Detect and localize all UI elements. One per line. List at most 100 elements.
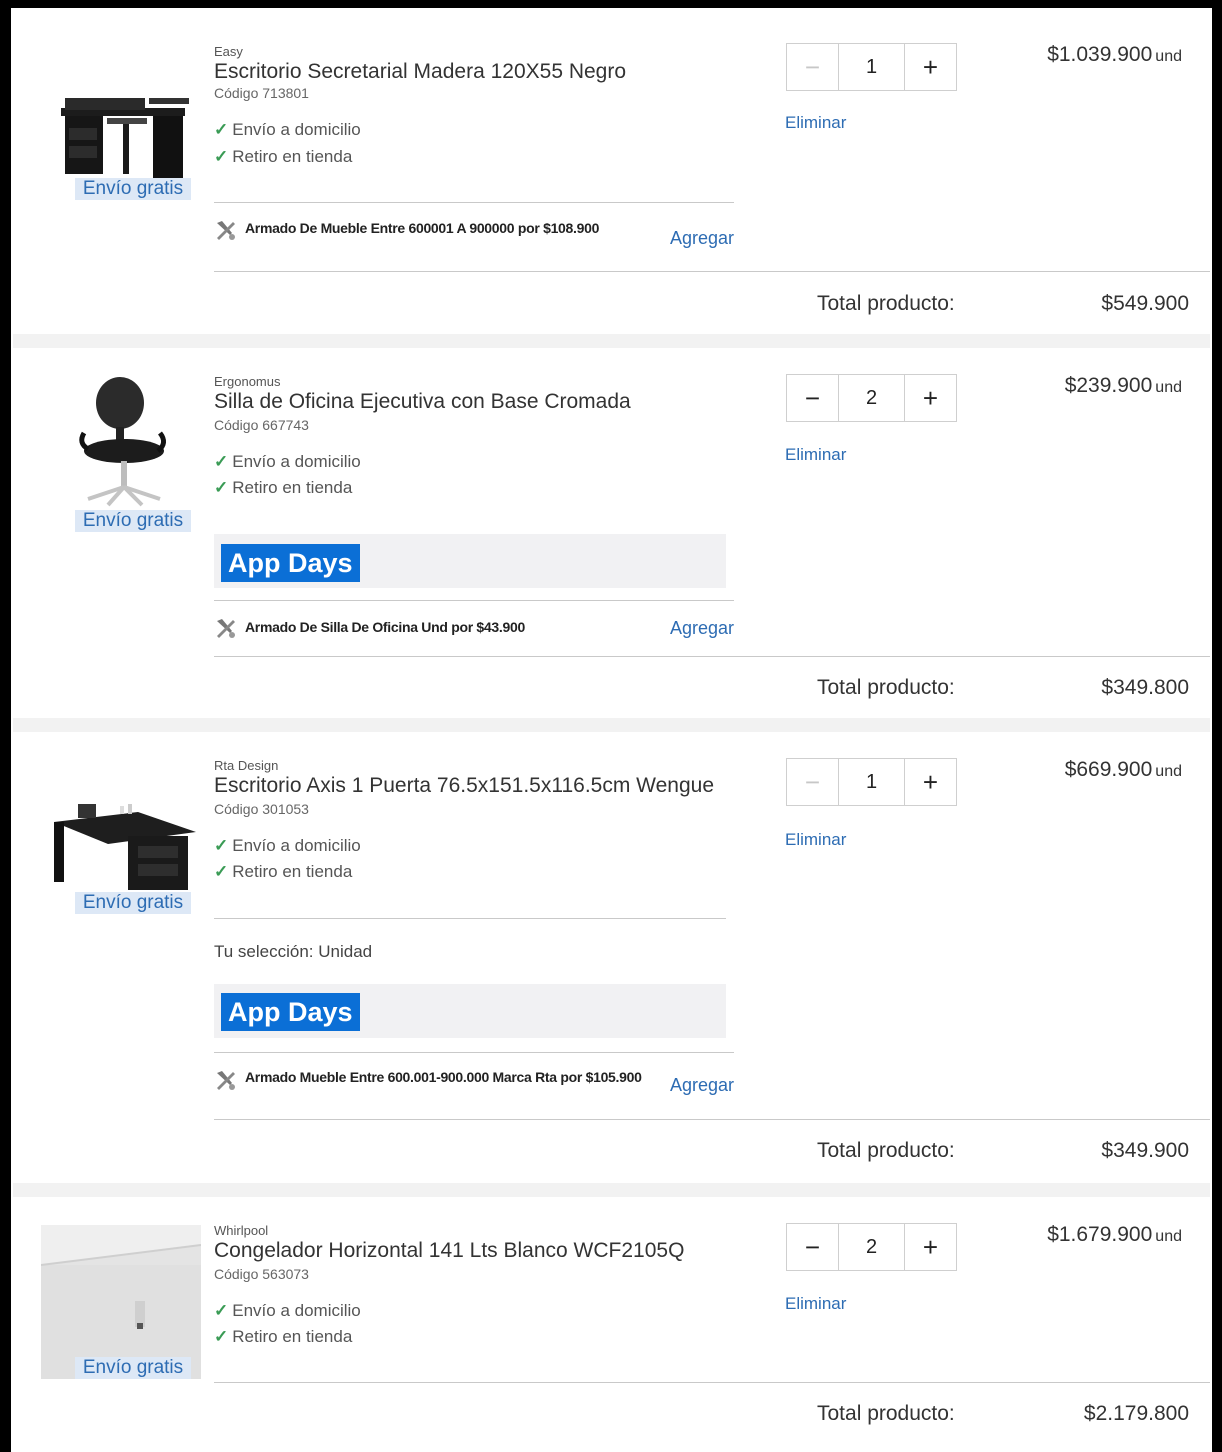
product-code: Código 713801	[214, 85, 309, 101]
unit-price: $669.900 und	[1065, 758, 1182, 782]
total-value: $2.179.800	[1083, 1402, 1189, 1425]
free-shipping-badge: Envío gratis	[75, 178, 191, 200]
total-value: $549.900	[1101, 292, 1189, 315]
increment-button[interactable]: +	[905, 44, 956, 90]
delivery-option: ✓ Envío a domicilio	[214, 452, 361, 472]
check-icon: ✓	[214, 478, 229, 497]
unit-suffix: und	[1155, 1228, 1182, 1245]
product-code: Código 563073	[214, 1266, 309, 1282]
product-brand: Whirlpool	[214, 1223, 269, 1238]
remove-link[interactable]: Eliminar	[785, 830, 846, 850]
add-service-link[interactable]: Agregar	[670, 618, 734, 639]
free-shipping-badge: Envío gratis	[75, 510, 191, 532]
increment-button[interactable]: +	[905, 1224, 956, 1270]
assembly-service-text: Armado Mueble Entre 600.001-900.000 Marc…	[245, 1069, 642, 1085]
remove-link[interactable]: Eliminar	[785, 113, 846, 133]
quantity-value[interactable]: 2	[838, 375, 905, 421]
cart-item: Envío gratis Rta Design Escritorio Axis …	[13, 732, 1210, 1183]
decrement-button[interactable]: −	[787, 1224, 838, 1270]
total-label: Total producto:	[817, 1402, 955, 1425]
total-value: $349.900	[1101, 1139, 1189, 1162]
product-image-desk[interactable]	[43, 78, 203, 188]
tools-icon	[217, 619, 235, 638]
section-separator	[214, 656, 1210, 657]
add-service-link[interactable]: Agregar	[670, 1075, 734, 1096]
item-divider	[13, 718, 1210, 732]
tools-icon	[217, 1071, 235, 1090]
unit-price: $1.679.900 und	[1047, 1223, 1182, 1247]
total-label: Total producto:	[817, 292, 955, 315]
increment-button[interactable]: +	[905, 759, 956, 805]
assembly-service-text: Armado De Silla De Oficina Und por $43.9…	[245, 619, 525, 635]
product-title[interactable]: Silla de Oficina Ejecutiva con Base Crom…	[214, 390, 631, 414]
product-brand: Ergonomus	[214, 374, 281, 389]
delivery-option: ✓ Envío a domicilio	[214, 120, 361, 140]
product-brand: Rta Design	[214, 758, 279, 773]
product-title[interactable]: Congelador Horizontal 141 Lts Blanco WCF…	[214, 1239, 684, 1263]
pickup-label: Retiro en tienda	[232, 478, 353, 497]
quantity-value[interactable]: 1	[838, 759, 905, 805]
pickup-option: ✓ Retiro en tienda	[214, 478, 352, 498]
unit-price-value: $1.039.900	[1047, 43, 1153, 66]
section-separator	[214, 600, 734, 601]
total-label: Total producto:	[817, 1139, 955, 1162]
delivery-option: ✓ Envío a domicilio	[214, 836, 361, 856]
product-image-l-desk[interactable]	[43, 782, 203, 892]
minus-icon: −	[804, 51, 821, 82]
quantity-value[interactable]: 2	[838, 1224, 905, 1270]
pickup-label: Retiro en tienda	[232, 147, 353, 166]
free-shipping-badge: Envío gratis	[75, 1357, 191, 1379]
remove-link[interactable]: Eliminar	[785, 1294, 846, 1314]
app-days-badge: App Days	[221, 544, 360, 582]
check-icon: ✓	[214, 1301, 229, 1320]
pickup-option: ✓ Retiro en tienda	[214, 147, 352, 167]
check-icon: ✓	[214, 120, 229, 139]
delivery-label: Envío a domicilio	[232, 836, 361, 855]
increment-button[interactable]: +	[905, 375, 956, 421]
assembly-service-text: Armado De Mueble Entre 600001 A 900000 p…	[245, 220, 600, 236]
unit-price: $1.039.900 und	[1047, 43, 1182, 67]
section-separator	[214, 271, 1210, 272]
delivery-label: Envío a domicilio	[232, 120, 361, 139]
section-separator	[214, 1382, 1210, 1383]
remove-link[interactable]: Eliminar	[785, 445, 846, 465]
delivery-label: Envío a domicilio	[232, 452, 361, 471]
unit-suffix: und	[1155, 48, 1182, 65]
minus-icon: −	[804, 382, 821, 413]
section-separator	[214, 1119, 1210, 1120]
variant-selection: Tu selección: Unidad	[214, 942, 373, 961]
delivery-option: ✓ Envío a domicilio	[214, 1301, 361, 1321]
quantity-stepper: − 1 +	[786, 758, 957, 806]
product-image-freezer[interactable]	[41, 1225, 201, 1379]
add-service-link[interactable]: Agregar	[670, 228, 734, 249]
product-code: Código 301053	[214, 801, 309, 817]
cart-item: Envío gratis Whirlpool Congelador Horizo…	[13, 1197, 1210, 1452]
pickup-label: Retiro en tienda	[232, 1327, 353, 1346]
unit-suffix: und	[1155, 763, 1182, 780]
decrement-button[interactable]: −	[787, 759, 838, 805]
app-days-badge: App Days	[221, 993, 360, 1031]
free-shipping-badge: Envío gratis	[75, 892, 191, 914]
minus-icon: −	[804, 766, 821, 797]
section-separator	[214, 202, 734, 203]
quantity-stepper: − 1 +	[786, 43, 957, 91]
delivery-label: Envío a domicilio	[232, 1301, 361, 1320]
product-image-chair[interactable]	[43, 373, 203, 513]
decrement-button[interactable]: −	[787, 375, 838, 421]
product-title[interactable]: Escritorio Secretarial Madera 120X55 Neg…	[214, 60, 626, 84]
section-separator	[214, 918, 726, 919]
pickup-label: Retiro en tienda	[232, 862, 353, 881]
minus-icon: −	[804, 1231, 821, 1262]
product-title[interactable]: Escritorio Axis 1 Puerta 76.5x151.5x116.…	[214, 774, 714, 798]
unit-price: $239.900 und	[1065, 374, 1182, 398]
unit-price-value: $669.900	[1064, 758, 1153, 781]
check-icon: ✓	[214, 836, 229, 855]
quantity-value[interactable]: 1	[838, 44, 905, 90]
quantity-stepper: − 2 +	[786, 374, 957, 422]
total-value: $349.800	[1101, 676, 1189, 699]
cart-item: Envío gratis Ergonomus Silla de Oficina …	[13, 348, 1210, 718]
plus-icon: +	[922, 51, 939, 82]
product-code: Código 667743	[214, 417, 309, 433]
quantity-stepper: − 2 +	[786, 1223, 957, 1271]
decrement-button[interactable]: −	[787, 44, 838, 90]
